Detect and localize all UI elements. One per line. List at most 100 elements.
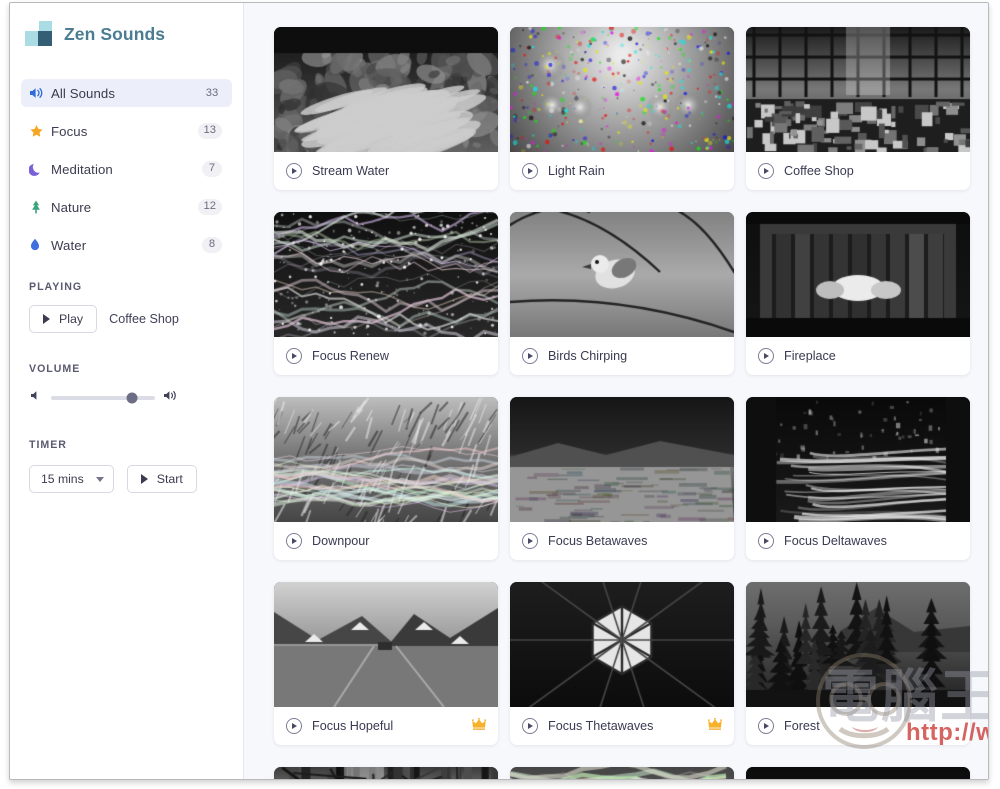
volume-section-label: VOLUME — [29, 363, 81, 375]
droplet-icon — [29, 237, 51, 253]
play-circle-icon[interactable] — [758, 718, 774, 734]
play-circle-icon[interactable] — [286, 718, 302, 734]
play-triangle-icon — [140, 474, 148, 484]
play-circle-icon[interactable] — [286, 163, 302, 179]
sound-card[interactable] — [746, 767, 970, 779]
speaker-low-icon — [29, 389, 43, 407]
sound-thumbnail — [274, 582, 498, 707]
sound-card-title: Birds Chirping — [548, 349, 628, 363]
sound-card-footer: Focus Deltawaves — [746, 522, 970, 560]
sound-card-title: Light Rain — [548, 164, 605, 178]
sound-card[interactable]: Light Rain — [510, 27, 734, 190]
sidebar-item-count: 8 — [202, 237, 222, 253]
sound-card-footer: Focus Thetawaves — [510, 707, 734, 745]
sound-card-title: Focus Hopeful — [312, 719, 394, 733]
play-circle-icon[interactable] — [286, 348, 302, 364]
play-circle-icon[interactable] — [758, 348, 774, 364]
timer-row: 15 mins Start — [21, 465, 232, 493]
sound-card-footer: Fireplace — [746, 337, 970, 375]
sound-card[interactable]: Focus Thetawaves — [510, 582, 734, 745]
sound-card-title: Downpour — [312, 534, 370, 548]
chevron-down-icon — [95, 476, 104, 482]
sound-grid-panel: Stream Water Light Rain Coffee Shop Focu… — [244, 3, 988, 779]
play-circle-icon[interactable] — [522, 348, 538, 364]
speaker-high-icon — [163, 389, 180, 407]
sidebar-item-label: Water — [51, 237, 87, 253]
sound-card-footer: Focus Renew — [274, 337, 498, 375]
play-button-label: Play — [59, 312, 84, 326]
sidebar-item-count: 7 — [202, 161, 222, 177]
sidebar-item-focus[interactable]: Focus 13 — [21, 117, 232, 145]
moon-icon — [29, 162, 51, 177]
play-circle-icon[interactable] — [522, 533, 538, 549]
timer-start-button[interactable]: Start — [126, 465, 197, 493]
sound-thumbnail — [746, 582, 970, 707]
play-circle-icon[interactable] — [758, 533, 774, 549]
sound-thumbnail — [746, 27, 970, 152]
sound-card-title: Focus Thetawaves — [548, 719, 654, 733]
sound-card-footer: Focus Betawaves — [510, 522, 734, 560]
sound-card-footer: Light Rain — [510, 152, 734, 190]
sound-thumbnail — [274, 27, 498, 152]
volume-thumb[interactable] — [126, 392, 138, 404]
sidebar-item-label: Nature — [51, 199, 92, 215]
sound-thumbnail — [274, 212, 498, 337]
app-window: Zen Sounds All Sounds 33 Focus 13 Meditation… — [9, 2, 989, 780]
sound-card-footer: Birds Chirping — [510, 337, 734, 375]
timer-duration-select[interactable]: 15 mins — [29, 465, 114, 493]
sound-card-grid: Stream Water Light Rain Coffee Shop Focu… — [274, 27, 971, 779]
sound-card[interactable]: Focus Hopeful — [274, 582, 498, 745]
play-circle-icon[interactable] — [758, 163, 774, 179]
sidebar-item-label: All Sounds — [51, 85, 116, 101]
star-icon — [29, 124, 51, 139]
timer-section-label: TIMER — [29, 439, 67, 451]
sound-card[interactable]: Stream Water — [274, 27, 498, 190]
sound-card-footer: Coffee Shop — [746, 152, 970, 190]
sound-thumbnail — [746, 212, 970, 337]
sound-card[interactable]: Downpour — [274, 397, 498, 560]
brand: Zen Sounds — [21, 3, 232, 65]
sidebar-item-meditation[interactable]: Meditation 7 — [21, 155, 232, 183]
sound-card[interactable]: Focus Deltawaves — [746, 397, 970, 560]
volume-slider[interactable] — [51, 391, 155, 405]
sound-card[interactable]: Focus Renew — [274, 212, 498, 375]
volume-section: VOLUME — [21, 363, 232, 407]
crown-icon — [472, 717, 486, 735]
play-circle-icon[interactable] — [522, 718, 538, 734]
sidebar-item-label: Meditation — [51, 161, 113, 177]
sidebar-item-water[interactable]: Water 8 — [21, 231, 232, 259]
sound-card-footer: Forest — [746, 707, 970, 745]
sound-thumbnail — [510, 397, 734, 522]
sound-thumbnail — [746, 397, 970, 522]
sound-card[interactable]: Coffee Shop — [746, 27, 970, 190]
sound-card[interactable]: Fireplace — [746, 212, 970, 375]
sound-card-title: Coffee Shop — [784, 164, 854, 178]
sidebar-item-count: 13 — [197, 123, 222, 139]
sound-card[interactable] — [510, 767, 734, 779]
timer-section: TIMER 15 mins Start — [21, 439, 232, 493]
sound-card-footer: Downpour — [274, 522, 498, 560]
sound-card-title: Stream Water — [312, 164, 390, 178]
crown-icon — [708, 717, 722, 735]
play-button[interactable]: Play — [29, 305, 98, 333]
speaker-icon — [29, 86, 51, 100]
blocks-logo-icon — [25, 21, 52, 47]
sound-card[interactable]: Birds Chirping — [510, 212, 734, 375]
sound-card-title: Focus Betawaves — [548, 534, 648, 548]
sound-thumbnail — [510, 27, 734, 152]
screenshot-root: Zen Sounds All Sounds 33 Focus 13 Meditation… — [0, 0, 1000, 789]
sound-card[interactable] — [274, 767, 498, 779]
timer-start-label: Start — [156, 472, 183, 486]
play-circle-icon[interactable] — [286, 533, 302, 549]
sound-card-footer: Stream Water — [274, 152, 498, 190]
brand-name: Zen Sounds — [64, 23, 166, 44]
volume-track — [51, 396, 155, 400]
sidebar-item-all-sounds[interactable]: All Sounds 33 — [21, 79, 232, 107]
playing-section-label: PLAYING — [29, 281, 83, 293]
sound-thumbnail — [510, 767, 734, 779]
sound-card[interactable]: Forest — [746, 582, 970, 745]
sound-card[interactable]: Focus Betawaves — [510, 397, 734, 560]
playing-row: Play Coffee Shop — [21, 305, 232, 333]
sidebar-item-nature[interactable]: Nature 12 — [21, 193, 232, 221]
play-circle-icon[interactable] — [522, 163, 538, 179]
